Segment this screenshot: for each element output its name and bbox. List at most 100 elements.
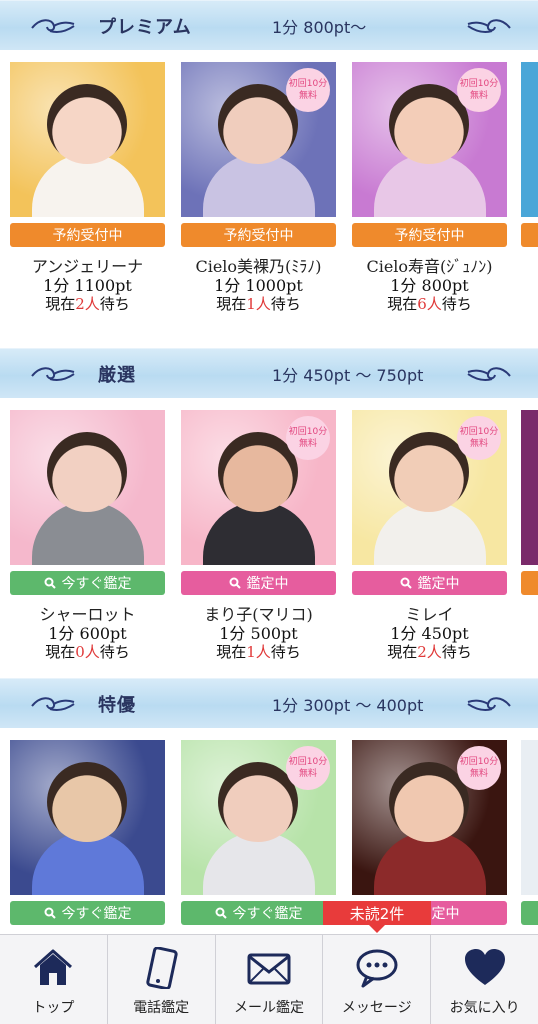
swirl-ornament-icon [31,697,75,712]
status-button[interactable]: 予約受付中 [181,223,336,247]
search-icon [44,907,56,919]
status-button[interactable]: 鑑定中 [352,571,507,595]
next-card-peek[interactable] [521,740,538,895]
wait-prefix: 現在 [387,295,418,313]
bottom-tab-bar: トップ 電話鑑定 メール鑑定 メッセージ お気に入り [0,934,538,1024]
advisor-photo[interactable]: 初回10分 無料 [352,62,507,217]
wait-prefix: 現在 [387,643,418,661]
next-card-peek[interactable] [521,410,538,565]
advisor-wait: 現在1人待ち [181,295,336,313]
advisor-card[interactable]: 初回10分 無料予約受付中 Cielo寿音(ｼﾞｭﾉﾝ) 1分 800pt 現在6人待ち [352,62,507,313]
search-icon [229,577,241,589]
advisor-photo[interactable] [10,62,165,217]
advisor-name[interactable]: Cielo美裸乃(ﾐﾗﾉ) [181,253,336,277]
advisor-wait: 現在2人待ち [10,295,165,313]
advisor-card[interactable]: 初回10分 無料 予約受付中 Cielo美裸乃(ﾐﾗﾉ) 1分 1000pt 現在1人待ち [181,62,336,313]
wait-count: 0人 [75,643,100,661]
advisor-price: 1分 450pt [390,624,469,643]
status-button[interactable]: 予約受付中 [10,223,165,247]
wait-suffix: 待ち [99,643,130,661]
advisor-photo[interactable] [10,410,165,565]
advisor-photo[interactable]: 初回10分 無料 [181,740,336,895]
wait-suffix: 待ち [441,643,472,661]
tab-label: 電話鑑定 [133,1000,190,1016]
advisor-carousel[interactable]: 予約受付中 アンジェリーナ 1分 1100pt 現在2人待ち 初回10分 無料 予約受付中… [0,50,538,340]
free-trial-badge: 初回10分 無料 [457,416,501,460]
wait-prefix: 現在 [216,643,247,661]
chat-icon [356,949,398,988]
status-label: 今すぐ鑑定 [61,906,132,922]
advisor-figure-face [47,762,127,842]
search-icon [215,907,227,919]
swirl-ornament-icon [31,367,75,382]
advisor-card[interactable]: 今すぐ鑑定 [10,740,165,931]
advisor-name[interactable]: Cielo寿音(ｼﾞｭﾉﾝ) [352,253,507,277]
advisor-photo[interactable]: 初回10分 無料 [181,410,336,565]
tab-message[interactable]: メッセージ [323,935,432,1024]
advisor-card[interactable]: 予約受付中アンジェリーナ 1分 1100pt 現在2人待ち [10,62,165,313]
section-header: プレミアム 1分 800pt～ [0,0,538,50]
advisor-name[interactable]: ミレイ [352,601,507,625]
advisor-card[interactable]: 初回10分 無料今すぐ鑑定 [181,740,336,931]
advisor-card[interactable]: 初回10分 無料鑑定中ミレイ 1分 450pt 現在2人待ち [352,410,507,661]
wait-suffix: 待ち [99,295,130,313]
advisor-price: 1分 600pt [48,624,127,643]
wait-count: 2人 [75,295,100,313]
advisor-name[interactable]: シャーロット [10,601,165,625]
advisor-card[interactable]: 初回10分 無料 鑑定中 まり子(マリコ) 1分 500pt 現在1人待ち [181,410,336,661]
status-button[interactable]: 今すぐ鑑定 [10,571,165,595]
next-card-status-peek [521,901,538,925]
unread-messages-badge[interactable]: 未読2件 [323,901,431,933]
advisor-photo[interactable] [10,740,165,895]
tab-phone[interactable]: 電話鑑定 [108,935,216,1024]
section-premium: プレミアム 1分 800pt～ 予約受付中 アンジェリーナ 1分 1100pt 現在2… [0,0,538,340]
section-title: プレミアム [98,17,192,38]
status-button[interactable]: 今すぐ鑑定 [10,901,165,925]
search-icon [44,577,56,589]
advisor-photo[interactable]: 初回10分 無料 [181,62,336,217]
advisor-name[interactable]: アンジェリーナ [10,253,165,277]
status-label: 予約受付中 [223,228,294,244]
next-card-status-peek [521,223,538,247]
badge-line: 無料 [298,769,317,779]
section-title: 厳選 [98,365,136,386]
wait-suffix: 待ち [270,643,301,661]
advisor-carousel[interactable]: 今すぐ鑑定 シャーロット 1分 600pt 現在0人待ち 初回10分 無料 鑑定中 まり子(… [0,398,538,688]
tab-label: トップ [32,1000,75,1016]
section-price-range: 1分 800pt～ [272,18,367,37]
tab-favorites[interactable]: お気に入り [431,935,538,1024]
tab-mail[interactable]: メール鑑定 [216,935,324,1024]
status-label: 今すぐ鑑定 [61,576,132,592]
advisor-wait: 現在1人待ち [181,643,336,661]
next-card-peek[interactable] [521,62,538,217]
advisor-price: 1分 800pt [390,276,469,295]
wait-suffix: 待ち [441,295,472,313]
advisor-card[interactable]: 今すぐ鑑定 シャーロット 1分 600pt 現在0人待ち [10,410,165,661]
wait-count: 1人 [246,643,271,661]
tab-label: お気に入り [449,1000,520,1016]
status-button[interactable]: 鑑定中 [181,571,336,595]
status-label: 今すぐ鑑定 [232,906,303,922]
next-card-status-peek [521,571,538,595]
swirl-ornament-icon [467,367,511,382]
tab-label: メッセージ [341,1000,412,1016]
free-trial-badge: 初回10分 無料 [457,746,501,790]
tab-top[interactable]: トップ [0,935,108,1024]
advisor-price: 1分 1100pt [43,276,132,295]
status-button[interactable]: 予約受付中 [352,223,507,247]
badge-line: 初回10分 [459,757,499,767]
advisor-name[interactable]: まり子(マリコ) [181,601,336,625]
advisor-wait: 現在6人待ち [352,295,507,313]
status-label: 予約受付中 [52,228,123,244]
swirl-ornament-icon [31,19,75,34]
status-button[interactable]: 今すぐ鑑定 [181,901,336,925]
advisor-wait: 現在2人待ち [352,643,507,661]
section-header: 特優 1分 300pt ～ 400pt [0,678,538,728]
badge-line: 無料 [298,91,317,101]
advisor-photo[interactable]: 初回10分 無料 [352,410,507,565]
status-label: 鑑定中 [246,576,289,592]
advisor-figure-face [47,432,127,512]
search-icon [400,577,412,589]
swirl-ornament-icon [467,697,511,712]
advisor-photo[interactable]: 初回10分 無料 [352,740,507,895]
